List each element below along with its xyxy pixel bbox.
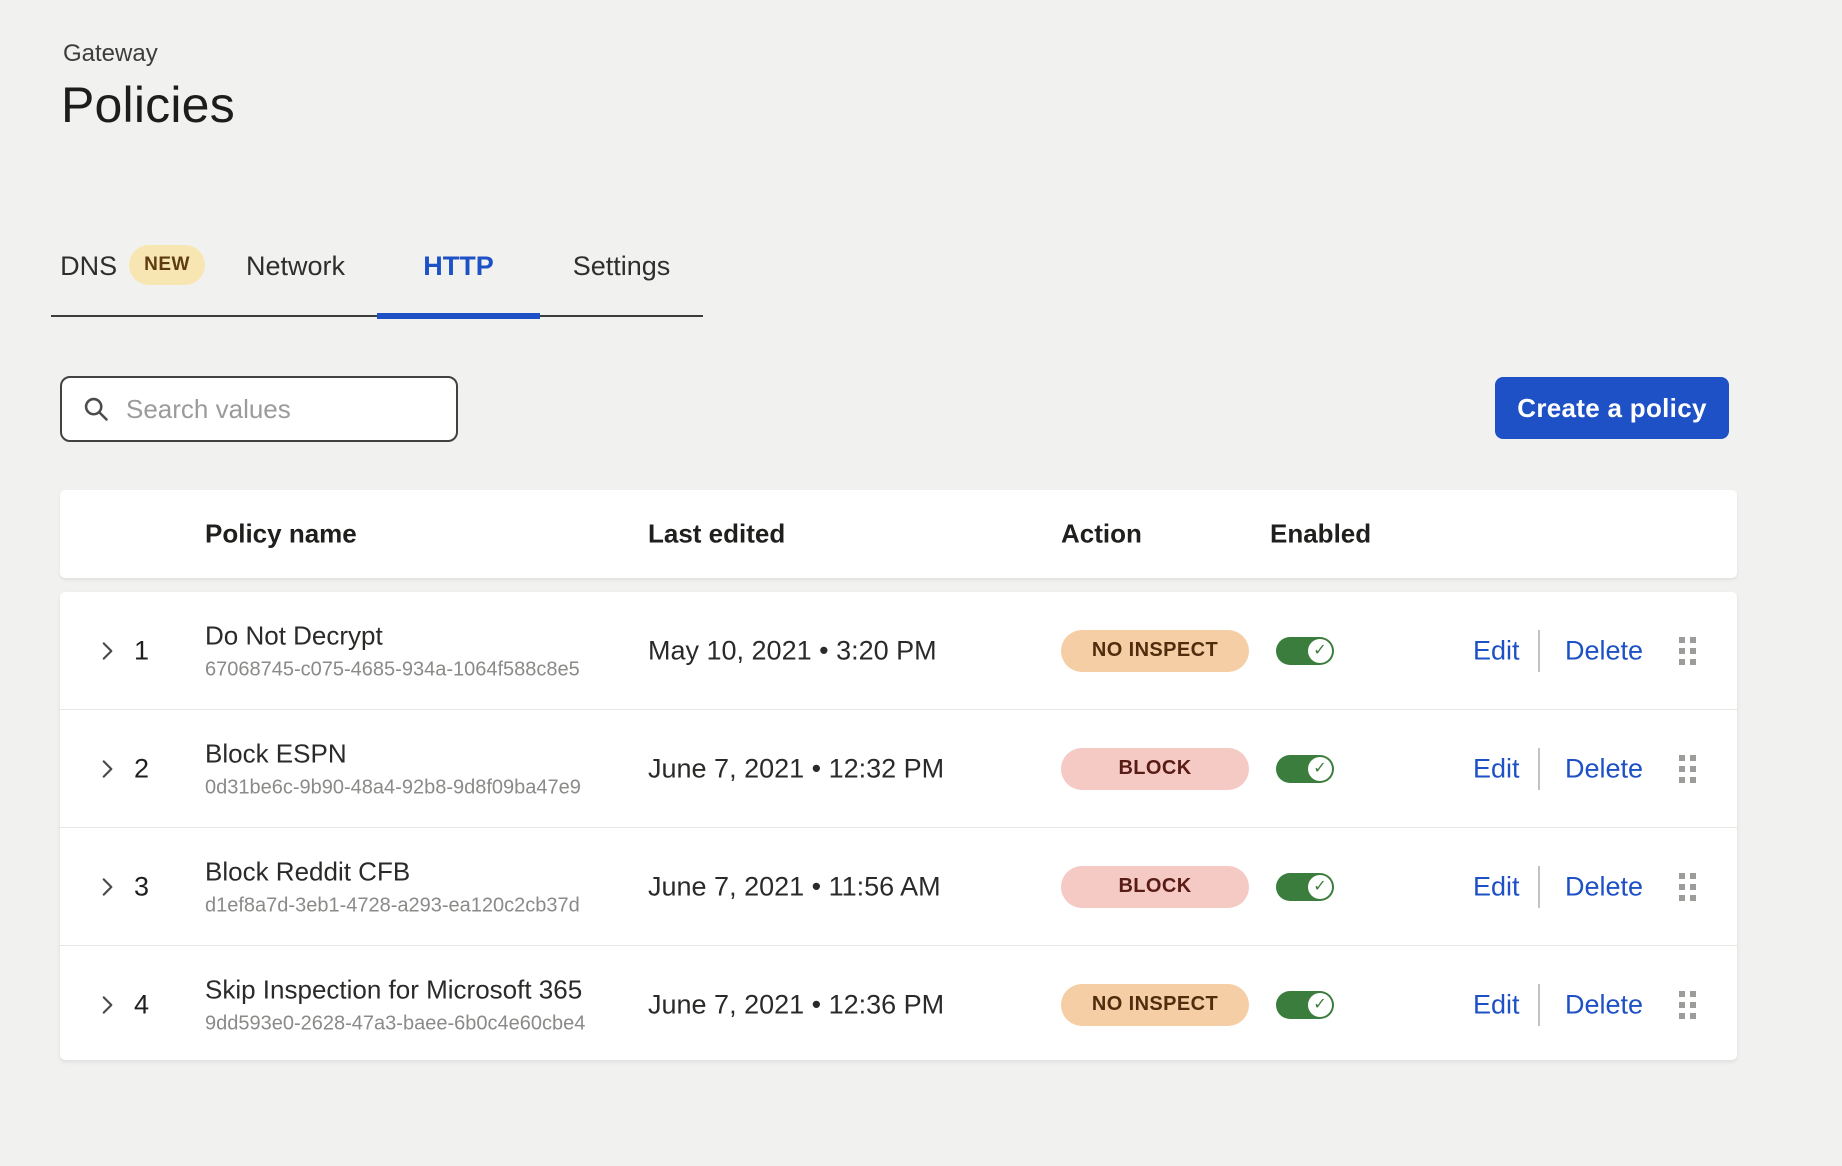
enabled-toggle[interactable]: ✓ [1276,755,1334,783]
edit-link[interactable]: Edit [1473,635,1520,666]
table-row: 4 Skip Inspection for Microsoft 365 9dd5… [60,945,1737,1063]
column-header-enabled: Enabled [1270,519,1371,550]
action-divider [1538,984,1540,1026]
action-divider [1538,630,1540,672]
policy-table: 1 Do Not Decrypt 67068745-c075-4685-934a… [60,592,1737,1060]
tab-http[interactable]: HTTP [377,243,540,315]
edit-link[interactable]: Edit [1473,989,1520,1020]
breadcrumb: Gateway [63,40,158,68]
drag-handle-icon[interactable] [1679,637,1696,665]
new-badge: NEW [129,245,205,285]
policy-name-cell: Block Reddit CFB d1ef8a7d-3eb1-4728-a293… [205,856,580,917]
check-icon: ✓ [1313,879,1326,895]
drag-handle-icon[interactable] [1679,873,1696,901]
policy-id: 9dd593e0-2628-47a3-baee-6b0c4e60cbe4 [205,1012,585,1035]
tab-settings[interactable]: Settings [540,243,703,315]
tab-http-label: HTTP [423,251,494,282]
edit-link[interactable]: Edit [1473,871,1520,902]
search-box [60,376,458,442]
last-edited-value: June 7, 2021 • 11:56 AM [648,871,941,902]
table-row: 2 Block ESPN 0d31be6c-9b90-48a4-92b8-9d8… [60,709,1737,827]
toggle-knob: ✓ [1308,757,1332,781]
policy-name: Skip Inspection for Microsoft 365 [205,974,585,1005]
enabled-toggle[interactable]: ✓ [1276,637,1334,665]
last-edited-value: June 7, 2021 • 12:32 PM [648,753,944,784]
policy-id: d1ef8a7d-3eb1-4728-a293-ea120c2cb37d [205,894,580,917]
policy-name-cell: Do Not Decrypt 67068745-c075-4685-934a-1… [205,620,580,681]
tab-dns[interactable]: DNS NEW [51,243,214,315]
policy-id: 67068745-c075-4685-934a-1064f588c8e5 [205,658,580,681]
policy-name: Do Not Decrypt [205,620,580,651]
expand-chevron-icon[interactable] [93,755,121,783]
page-title: Policies [61,76,235,134]
column-header-action: Action [1061,519,1142,550]
action-badge: NO INSPECT [1061,984,1249,1026]
tab-bar: DNS NEW Network HTTP Settings [51,243,703,317]
delete-link[interactable]: Delete [1565,753,1643,784]
column-header-policy-name: Policy name [205,519,357,550]
action-divider [1538,748,1540,790]
delete-link[interactable]: Delete [1565,871,1643,902]
action-divider [1538,866,1540,908]
tab-network-label: Network [246,251,345,282]
expand-chevron-icon[interactable] [93,637,121,665]
policy-name-cell: Block ESPN 0d31be6c-9b90-48a4-92b8-9d8f0… [205,738,581,799]
edit-link[interactable]: Edit [1473,753,1520,784]
action-badge: BLOCK [1061,866,1249,908]
row-number: 2 [134,753,149,784]
delete-link[interactable]: Delete [1565,989,1643,1020]
action-badge: NO INSPECT [1061,630,1249,672]
row-number: 3 [134,871,149,902]
delete-link[interactable]: Delete [1565,635,1643,666]
row-number: 1 [134,635,149,666]
table-row: 3 Block Reddit CFB d1ef8a7d-3eb1-4728-a2… [60,827,1737,945]
drag-handle-icon[interactable] [1679,991,1696,1019]
action-badge: BLOCK [1061,748,1249,790]
column-header-last-edited: Last edited [648,519,785,550]
drag-handle-icon[interactable] [1679,755,1696,783]
policy-id: 0d31be6c-9b90-48a4-92b8-9d8f09ba47e9 [205,776,581,799]
policy-name-cell: Skip Inspection for Microsoft 365 9dd593… [205,974,585,1035]
enabled-toggle[interactable]: ✓ [1276,873,1334,901]
create-policy-button[interactable]: Create a policy [1495,377,1729,439]
check-icon: ✓ [1313,761,1326,777]
check-icon: ✓ [1313,997,1326,1013]
search-icon [82,395,110,423]
expand-chevron-icon[interactable] [93,873,121,901]
row-number: 4 [134,989,149,1020]
policy-name: Block ESPN [205,738,581,769]
tab-network[interactable]: Network [214,243,377,315]
search-input[interactable] [124,393,463,426]
toggle-knob: ✓ [1308,993,1332,1017]
expand-chevron-icon[interactable] [93,991,121,1019]
toggle-knob: ✓ [1308,639,1332,663]
toggle-knob: ✓ [1308,875,1332,899]
check-icon: ✓ [1313,643,1326,659]
tab-settings-label: Settings [573,251,671,282]
last-edited-value: May 10, 2021 • 3:20 PM [648,635,937,666]
tab-dns-label: DNS [60,251,117,282]
last-edited-value: June 7, 2021 • 12:36 PM [648,989,944,1020]
enabled-toggle[interactable]: ✓ [1276,991,1334,1019]
table-row: 1 Do Not Decrypt 67068745-c075-4685-934a… [60,592,1737,709]
table-header: Policy name Last edited Action Enabled [60,490,1737,578]
policy-name: Block Reddit CFB [205,856,580,887]
